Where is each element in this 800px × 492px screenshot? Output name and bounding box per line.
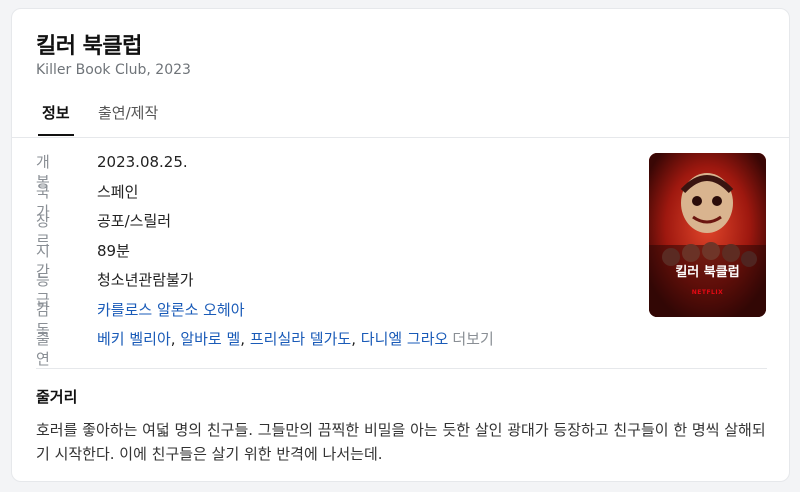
synopsis-text: 호러를 좋아하는 여덟 명의 친구들. 그들만의 끔찍한 비밀을 아는 듯한 살…	[36, 421, 766, 463]
genre: 공포/스릴러	[97, 212, 172, 230]
cast-value: 베키 벨리아, 알바로 멜, 프리실라 델가도, 다니엘 그라오 더보기	[97, 330, 494, 348]
info-label: 출연	[36, 330, 50, 368]
tab-bar: 정보 출연/제작	[12, 95, 789, 138]
tab-cast-crew[interactable]: 출연/제작	[98, 103, 158, 136]
poster-title-text: 킬러 북클럽	[675, 265, 740, 280]
cast-link[interactable]: 베키 벨리아	[97, 330, 171, 348]
cast-link[interactable]: 알바로 멜	[180, 330, 240, 348]
movie-info-card: 킬러 북클럽 Killer Book Club, 2023 정보 출연/제작 개…	[11, 8, 790, 482]
country: 스페인	[97, 182, 139, 201]
tab-info[interactable]: 정보	[38, 103, 74, 136]
more-cast-button[interactable]: 더보기	[452, 330, 493, 348]
section-divider	[36, 368, 767, 369]
release-date: 2023.08.25.	[97, 153, 188, 171]
movie-title: 킬러 북클럽	[36, 34, 142, 59]
director-link[interactable]: 카를로스 알론소 오헤아	[97, 301, 245, 319]
movie-poster[interactable]: 킬러 북클럽 NETFLIX	[649, 153, 766, 317]
director-value: 카를로스 알론소 오헤아	[97, 300, 245, 320]
poster-brand: NETFLIX	[691, 289, 724, 296]
synopsis-heading: 줄거리	[36, 388, 78, 406]
age-rating: 청소년관람불가	[97, 271, 194, 289]
movie-subtitle: Killer Book Club, 2023	[36, 62, 191, 78]
runtime: 89분	[97, 241, 130, 260]
cast-link[interactable]: 다니엘 그라오	[361, 330, 449, 348]
cast-link[interactable]: 프리실라 델가도	[250, 330, 351, 348]
